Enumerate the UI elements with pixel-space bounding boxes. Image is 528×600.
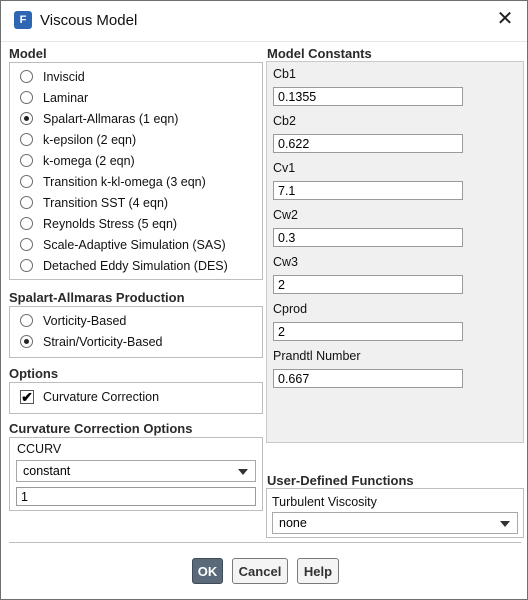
cb1-input[interactable] (273, 87, 463, 106)
radio-spalart-allmaras[interactable]: Spalart-Allmaras (1 eqn) (20, 108, 178, 129)
cv1-input[interactable] (273, 181, 463, 200)
radio-label: Spalart-Allmaras (1 eqn) (43, 111, 179, 126)
radio-button[interactable] (20, 314, 33, 327)
radio-label: Transition SST (4 eqn) (43, 195, 169, 210)
ok-button[interactable]: OK (192, 558, 223, 584)
prandtl-number-label: Prandtl Number (273, 349, 361, 363)
constants-section-title: Model Constants (267, 46, 372, 61)
prandtl-number-input[interactable] (273, 369, 463, 388)
radio-label: k-epsilon (2 eqn) (43, 132, 137, 147)
model-group: Inviscid Laminar Spalart-Allmaras (1 eqn… (9, 62, 263, 280)
radio-button[interactable] (20, 217, 33, 230)
radio-reynolds-stress[interactable]: Reynolds Stress (5 eqn) (20, 213, 177, 234)
radio-button[interactable] (20, 238, 33, 251)
ccurv-value-input[interactable] (16, 487, 256, 506)
options-group: ✔ Curvature Correction (9, 382, 263, 414)
radio-label: Reynolds Stress (5 eqn) (43, 216, 178, 231)
radio-laminar[interactable]: Laminar (20, 87, 88, 108)
chevron-down-icon (238, 469, 248, 475)
radio-button[interactable] (20, 70, 33, 83)
title-separator (1, 41, 527, 42)
ccurv-label: CCURV (17, 442, 62, 456)
cw2-input[interactable] (273, 228, 463, 247)
radio-button[interactable] (20, 154, 33, 167)
cb2-label: Cb2 (273, 114, 296, 128)
window-title: Viscous Model (40, 12, 138, 29)
help-button[interactable]: Help (297, 558, 339, 584)
curvature-options-section-title: Curvature Correction Options (9, 421, 193, 436)
radio-button[interactable] (20, 175, 33, 188)
cw3-label: Cw3 (273, 255, 299, 269)
curvature-options-group: CCURV constant (9, 437, 263, 511)
radio-button-selected[interactable] (20, 335, 33, 348)
turbulent-viscosity-value: none (279, 516, 307, 530)
cv1-label: Cv1 (273, 161, 296, 175)
radio-strain-vorticity-based[interactable]: Strain/Vorticity-Based (20, 331, 163, 352)
cprod-label: Cprod (273, 302, 308, 316)
ccurv-dropdown-value: constant (23, 464, 71, 478)
curvature-correction-checkbox-row[interactable]: ✔ Curvature Correction (20, 387, 159, 407)
production-section-title: Spalart-Allmaras Production (9, 290, 185, 305)
curvature-correction-checkbox[interactable]: ✔ (20, 390, 34, 404)
turbulent-viscosity-dropdown[interactable]: none (272, 512, 518, 534)
radio-transition-sst[interactable]: Transition SST (4 eqn) (20, 192, 168, 213)
options-section-title: Options (9, 366, 59, 381)
radio-label: Strain/Vorticity-Based (43, 334, 163, 349)
radio-des[interactable]: Detached Eddy Simulation (DES) (20, 255, 228, 276)
cw3-input[interactable] (273, 275, 463, 294)
radio-label: Transition k-kl-omega (3 eqn) (43, 174, 206, 189)
radio-button[interactable] (20, 133, 33, 146)
cb1-label: Cb1 (273, 67, 296, 81)
radio-vorticity-based[interactable]: Vorticity-Based (20, 310, 126, 331)
turbulent-viscosity-label: Turbulent Viscosity (272, 495, 377, 509)
radio-label: Vorticity-Based (43, 313, 127, 328)
ccurv-dropdown[interactable]: constant (16, 460, 256, 482)
radio-button-selected[interactable] (20, 112, 33, 125)
udf-group: Turbulent Viscosity none (266, 488, 524, 538)
close-icon[interactable]: ✕ (495, 9, 515, 29)
radio-label: Laminar (43, 90, 89, 105)
radio-label: k-omega (2 eqn) (43, 153, 135, 168)
model-section-title: Model (9, 46, 47, 61)
radio-inviscid[interactable]: Inviscid (20, 66, 85, 87)
button-separator (9, 542, 521, 543)
radio-transition-k-kl-omega[interactable]: Transition k-kl-omega (3 eqn) (20, 171, 206, 192)
chevron-down-icon (500, 521, 510, 527)
fluent-app-icon: F (14, 11, 32, 29)
radio-label: Inviscid (43, 69, 85, 84)
radio-k-epsilon[interactable]: k-epsilon (2 eqn) (20, 129, 136, 150)
radio-label: Detached Eddy Simulation (DES) (43, 258, 228, 273)
radio-k-omega[interactable]: k-omega (2 eqn) (20, 150, 135, 171)
radio-button[interactable] (20, 196, 33, 209)
radio-button[interactable] (20, 259, 33, 272)
cprod-input[interactable] (273, 322, 463, 341)
cb2-input[interactable] (273, 134, 463, 153)
viscous-model-dialog: F Viscous Model ✕ Model Inviscid Laminar… (0, 0, 528, 600)
model-constants-panel: Cb1 Cb2 Cv1 Cw2 Cw3 Cprod Prandtl Number (266, 61, 524, 443)
curvature-correction-label: Curvature Correction (43, 390, 160, 404)
title-bar: F Viscous Model ✕ (1, 1, 527, 41)
cw2-label: Cw2 (273, 208, 299, 222)
production-group: Vorticity-Based Strain/Vorticity-Based (9, 306, 263, 358)
udf-section-title: User-Defined Functions (267, 473, 414, 488)
cancel-button[interactable]: Cancel (232, 558, 288, 584)
radio-button[interactable] (20, 91, 33, 104)
radio-sas[interactable]: Scale-Adaptive Simulation (SAS) (20, 234, 226, 255)
radio-label: Scale-Adaptive Simulation (SAS) (43, 237, 226, 252)
